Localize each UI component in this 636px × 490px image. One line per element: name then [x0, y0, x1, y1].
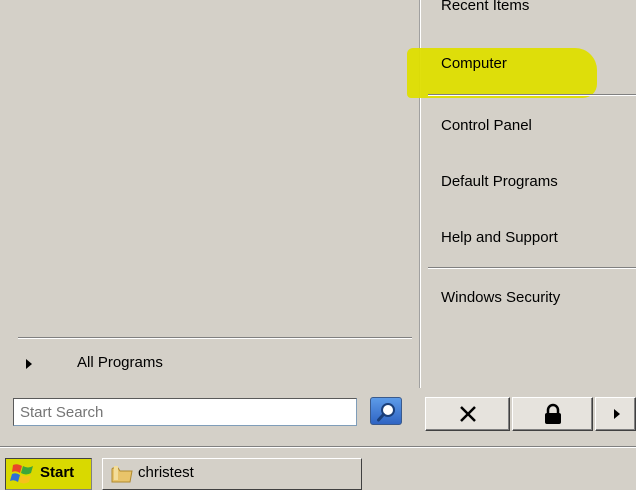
shutdown-button[interactable] — [425, 397, 510, 431]
x-icon — [460, 406, 476, 422]
left-pane-separator — [18, 337, 412, 338]
start-menu-left-pane — [0, 0, 420, 388]
start-label: Start — [40, 464, 75, 481]
right-item-recent-items[interactable]: Recent Items — [441, 0, 529, 18]
all-programs-arrow-icon — [26, 359, 32, 369]
all-programs-item[interactable] — [0, 350, 420, 380]
lock-icon — [545, 403, 561, 424]
taskbar-top-border — [0, 446, 636, 447]
right-separator-2 — [428, 267, 636, 268]
right-item-default-programs[interactable]: Default Programs — [441, 170, 558, 194]
magnifier-icon — [377, 403, 395, 422]
power-options-button[interactable] — [595, 397, 636, 431]
right-item-control-panel[interactable]: Control Panel — [441, 114, 532, 138]
arrow-right-icon — [614, 409, 620, 419]
right-item-help-and-support[interactable]: Help and Support — [441, 226, 558, 250]
folder-icon — [111, 466, 133, 483]
search-button[interactable] — [370, 397, 402, 425]
start-search-input[interactable] — [13, 398, 357, 426]
windows-logo-icon — [10, 464, 33, 484]
all-programs-label: All Programs — [77, 354, 163, 371]
right-item-computer[interactable]: Computer — [441, 52, 507, 76]
right-item-windows-security[interactable]: Windows Security — [441, 286, 560, 310]
taskbar-item-label: christest — [138, 464, 194, 481]
lock-button[interactable] — [512, 397, 593, 431]
right-separator-1 — [428, 94, 636, 95]
